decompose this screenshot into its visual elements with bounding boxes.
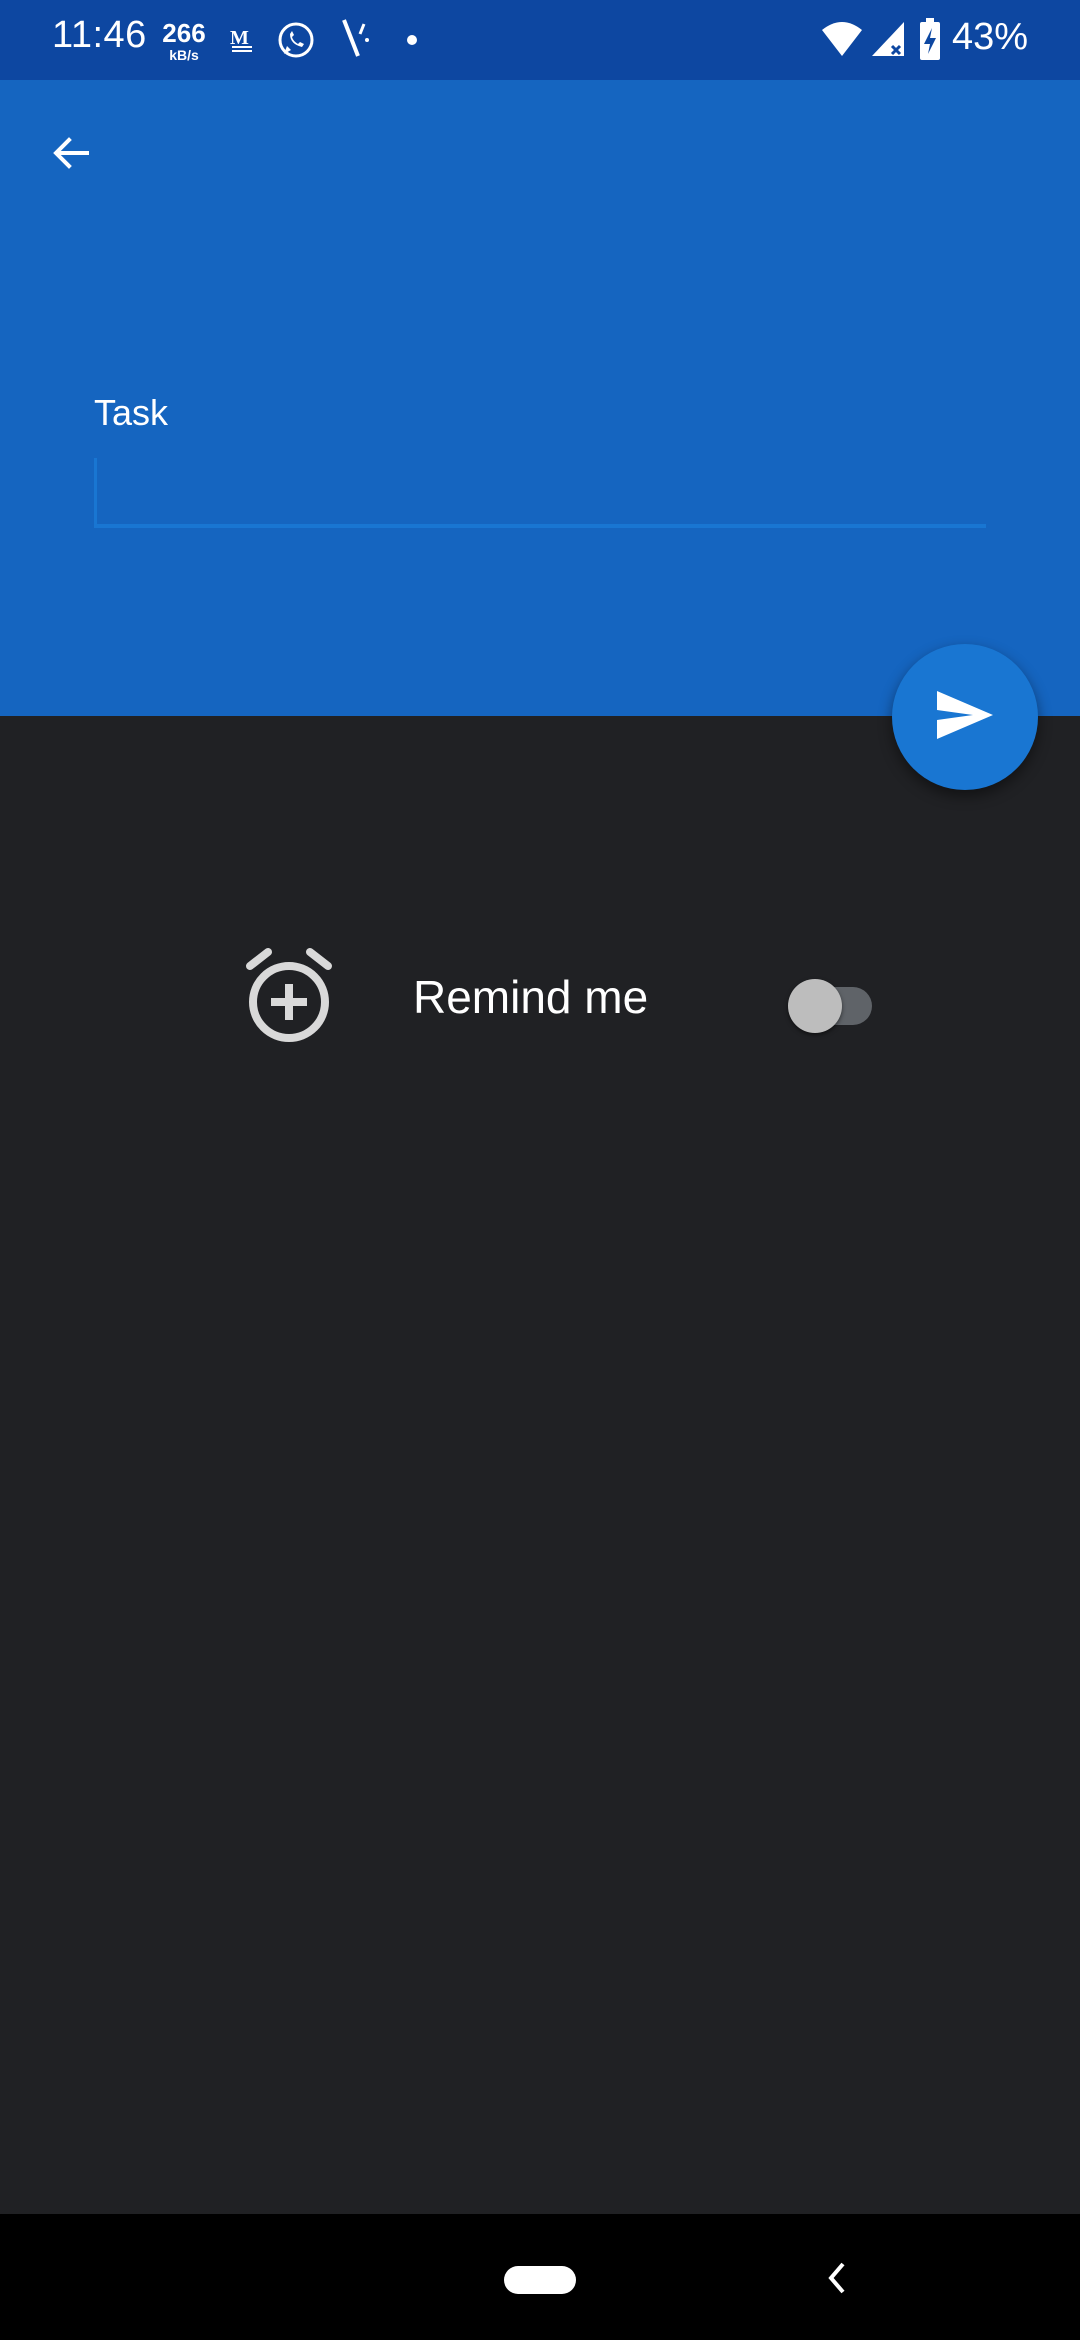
gmail-icon: M <box>228 24 256 59</box>
remind-me-toggle[interactable] <box>788 975 876 1033</box>
wifi-icon <box>820 20 864 63</box>
battery-charging-icon <box>918 18 942 67</box>
send-icon <box>935 689 995 746</box>
text-cursor <box>94 458 97 524</box>
battery-percent: 43% <box>952 16 1029 58</box>
alarm-add-icon <box>244 946 334 1051</box>
task-header: Task <box>0 80 1080 716</box>
remind-me-label: Remind me <box>413 971 649 1023</box>
net-speed-unit: kB/s <box>169 47 199 63</box>
nav-back-button[interactable] <box>812 2250 860 2310</box>
dot-icon <box>406 33 418 51</box>
home-button[interactable] <box>504 2266 576 2294</box>
svg-text:M: M <box>230 27 249 49</box>
whatsapp-icon <box>276 20 316 65</box>
reminder-row: Remind me <box>0 940 1080 1060</box>
net-speed: 266 kB/s <box>162 20 206 62</box>
nav-back-icon <box>821 2258 851 2303</box>
status-time: 11:46 <box>52 14 147 56</box>
toggle-thumb <box>788 979 842 1033</box>
task-label: Task <box>94 392 169 433</box>
task-input[interactable] <box>94 450 986 528</box>
cell-signal-icon <box>870 20 906 65</box>
net-speed-value: 266 <box>162 18 206 48</box>
arrow-back-icon <box>47 129 95 182</box>
app-icon <box>340 18 372 63</box>
back-button[interactable] <box>36 120 106 190</box>
navigation-bar <box>0 2214 1080 2340</box>
status-bar: 11:46 266 kB/s M 43% <box>0 0 1080 80</box>
send-button[interactable] <box>892 644 1038 790</box>
